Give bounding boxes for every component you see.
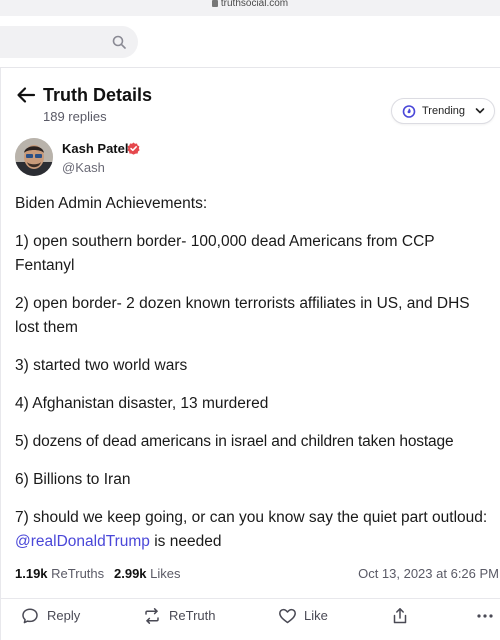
like-label: Like xyxy=(304,608,328,623)
share-icon xyxy=(393,608,407,624)
post-paragraph: 5) dozens of dead americans in israel an… xyxy=(15,433,454,450)
retruths-stat[interactable]: 1.19k ReTruths xyxy=(15,566,104,581)
trending-label: Trending xyxy=(422,105,466,117)
paragraph-suffix: is needed xyxy=(149,533,222,550)
author-name[interactable]: Kash Patel xyxy=(62,141,128,156)
like-button[interactable]: Like xyxy=(278,604,338,628)
page-header: Truth Details 189 replies Trending xyxy=(15,84,495,128)
search-icon[interactable] xyxy=(112,35,126,49)
post-author[interactable]: Kash Patel @Kash xyxy=(15,138,315,178)
author-handle[interactable]: @Kash xyxy=(62,160,105,175)
post-paragraph: 6) Billions to Iran xyxy=(15,471,131,488)
retruth-arrows-icon xyxy=(145,608,159,624)
trending-flame-icon xyxy=(402,105,416,118)
likes-stat[interactable]: 2.99k Likes xyxy=(114,566,181,581)
mention-link[interactable]: @realDonaldTrump xyxy=(15,533,150,550)
search-input[interactable] xyxy=(0,26,138,58)
post-paragraph: 3) started two world wars xyxy=(15,357,188,374)
post-detail-card: Truth Details 189 replies Trending Kash … xyxy=(0,68,500,640)
heart-icon xyxy=(279,608,296,624)
lock-icon xyxy=(211,0,218,7)
reply-bubble-icon xyxy=(22,608,38,624)
back-arrow-icon[interactable] xyxy=(15,84,37,106)
avatar-image xyxy=(15,138,53,176)
post-timestamp: Oct 13, 2023 at 6:26 PM xyxy=(358,566,499,581)
post-paragraph-with-mention: 7) should we keep going, or can you know… xyxy=(15,506,495,554)
more-dots-icon xyxy=(477,614,493,618)
retruth-button[interactable]: ReTruth xyxy=(143,604,223,628)
reply-label: Reply xyxy=(47,608,81,623)
browser-url-bar[interactable]: truthsocial.com xyxy=(0,0,500,16)
post-paragraph: 2) open border- 2 dozen known terrorists… xyxy=(15,295,470,336)
post-paragraph: 4) Afghanistan disaster, 13 murdered xyxy=(15,395,269,412)
page-title: Truth Details xyxy=(43,85,153,105)
divider xyxy=(1,598,500,599)
share-button[interactable] xyxy=(391,604,411,628)
chevron-down-icon xyxy=(475,108,485,114)
top-bar xyxy=(0,16,500,68)
post-paragraph: 1) open southern border- 100,000 dead Am… xyxy=(15,233,435,274)
post-paragraph: Biden Admin Achievements: xyxy=(15,195,208,212)
paragraph-text: 7) should we keep going, or can you know… xyxy=(15,509,488,526)
retruths-count: 1.19k xyxy=(15,566,48,581)
post-stats: 1.19k ReTruths 2.99k Likes Oct 13, 2023 … xyxy=(15,566,499,584)
likes-count: 2.99k xyxy=(114,566,147,581)
likes-label: Likes xyxy=(150,566,181,581)
retruths-label: ReTruths xyxy=(51,566,105,581)
reply-count: 189 replies xyxy=(43,109,107,124)
verified-badge-icon xyxy=(127,142,140,155)
retruth-label: ReTruth xyxy=(169,608,216,623)
avatar[interactable] xyxy=(15,138,53,176)
more-options-button[interactable] xyxy=(475,604,497,628)
trending-dropdown[interactable]: Trending xyxy=(391,98,495,124)
url-text: truthsocial.com xyxy=(220,0,289,9)
reply-button[interactable]: Reply xyxy=(21,604,91,628)
action-bar: Reply ReTruth Like xyxy=(1,604,500,636)
